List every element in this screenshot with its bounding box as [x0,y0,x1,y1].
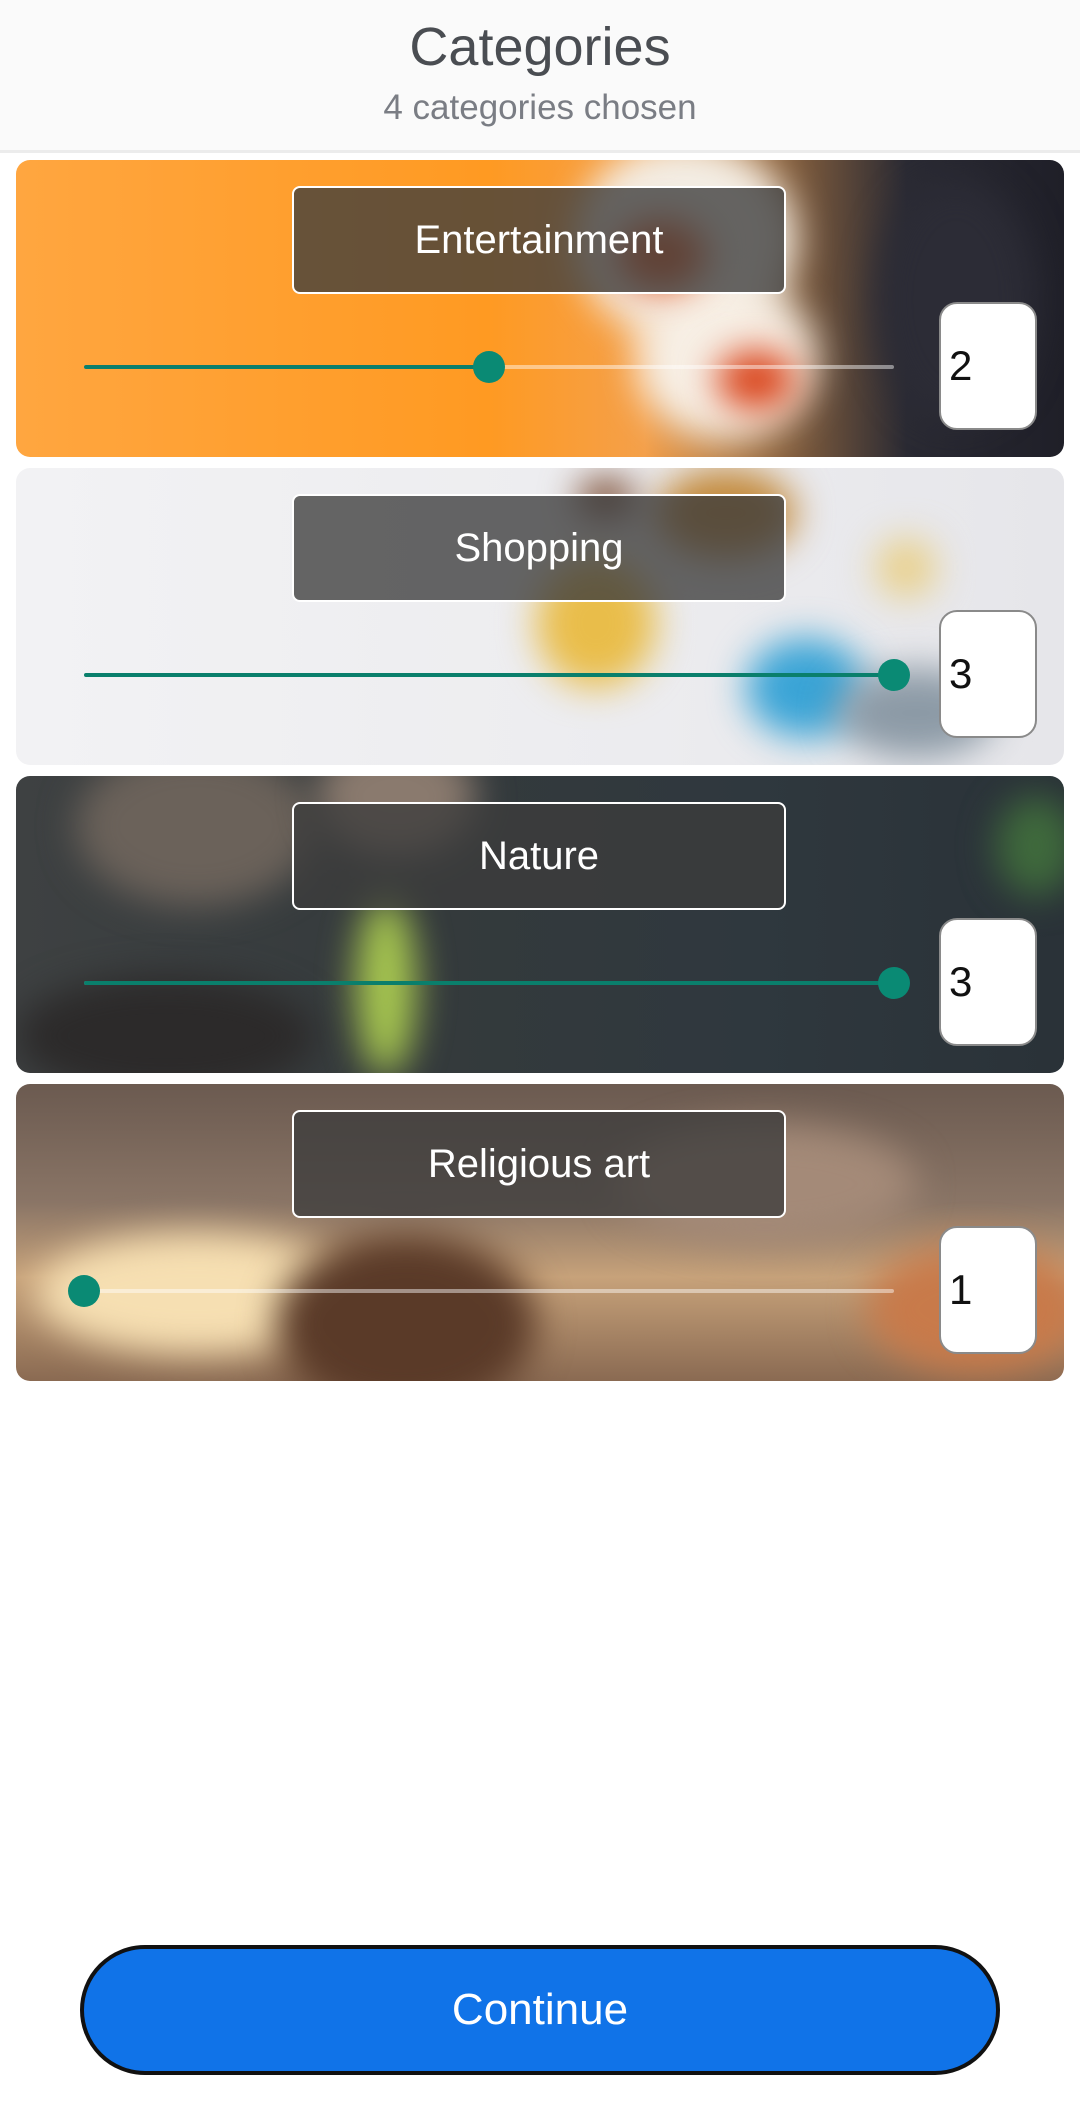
shopping-value-field[interactable]: 3 [939,610,1037,738]
slider-thumb[interactable] [878,967,910,999]
nature-value-field[interactable]: 3 [939,918,1037,1046]
page-title: Categories [409,17,671,77]
category-label-religious-art[interactable]: Religious art [292,1110,786,1218]
slider-fill [84,981,894,985]
slider-thumb[interactable] [473,351,505,383]
category-label-entertainment[interactable]: Entertainment [292,186,786,294]
slider-track [84,1289,894,1293]
category-label-nature[interactable]: Nature [292,802,786,910]
header: Categories 4 categories chosen [0,0,1080,153]
nature-slider[interactable] [84,967,910,999]
entertainment-value-field[interactable]: 2 [939,302,1037,430]
category-card-entertainment: Entertainment 2 [16,160,1064,457]
category-card-religious-art: Religious art 1 [16,1084,1064,1381]
category-card-nature: Nature 3 [16,776,1064,1073]
slider-fill [84,673,894,677]
categories-screen: Categories 4 categories chosen Entertain… [0,0,1080,2111]
religious-art-slider[interactable] [68,1275,894,1307]
slider-fill [84,365,489,369]
selection-count: 4 categories chosen [383,88,697,127]
continue-button[interactable]: Continue [80,1945,1000,2075]
shopping-slider[interactable] [84,659,910,691]
category-card-shopping: Shopping 3 [16,468,1064,765]
slider-thumb[interactable] [68,1275,100,1307]
category-label-shopping[interactable]: Shopping [292,494,786,602]
slider-thumb[interactable] [878,659,910,691]
entertainment-slider[interactable] [84,351,894,383]
religious-art-value-field[interactable]: 1 [939,1226,1037,1354]
